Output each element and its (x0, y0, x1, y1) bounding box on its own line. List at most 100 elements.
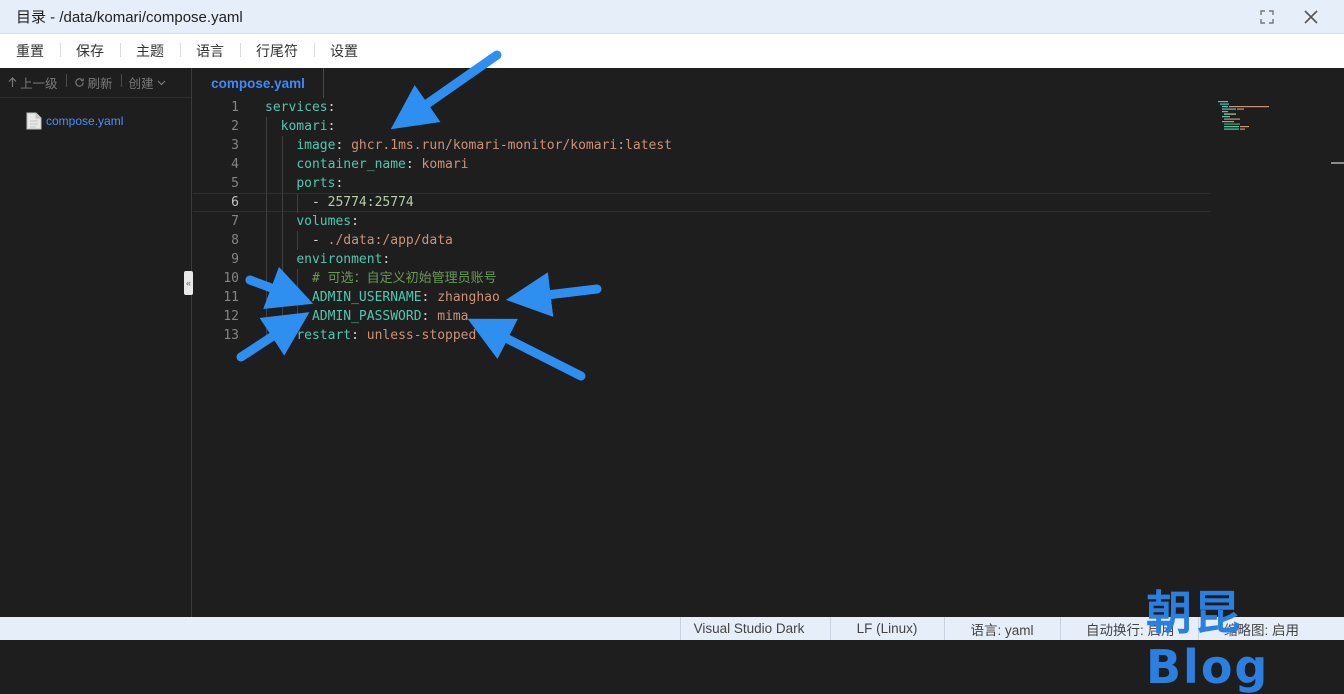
yaml-value: 25774:25774 (327, 195, 414, 210)
up-level-button[interactable]: 上一级 (0, 73, 66, 92)
tab-compose-yaml[interactable]: compose.yaml (193, 68, 324, 98)
title-bar: 目录 - /data/komari/compose.yaml (0, 0, 1344, 34)
yaml-punctuation: : (421, 309, 438, 324)
menu-line-ending[interactable]: 行尾符 (240, 41, 314, 61)
code-text: - ./data:/app/data (265, 231, 453, 250)
menu-settings[interactable]: 设置 (314, 41, 374, 61)
chevron-down-icon (157, 80, 165, 85)
yaml-key: services (265, 100, 328, 115)
yaml-key: komari (280, 119, 328, 134)
create-label: 创建 (128, 77, 154, 91)
code-editor[interactable]: 1 services: 2 komari: 3 image: ghcr.1ms.run… (193, 98, 1344, 617)
status-theme[interactable]: Visual Studio Dark (680, 617, 818, 640)
scrollbar-position-marker[interactable] (1331, 162, 1344, 164)
code-text: # 可选：自定义初始管理员账号 (265, 269, 497, 288)
code-text: image: ghcr.1ms.run/komari-monitor/komar… (265, 136, 672, 155)
menu-language[interactable]: 语言 (180, 41, 240, 61)
code-text: environment: (265, 250, 390, 269)
collapse-sidebar-handle[interactable]: « (184, 271, 193, 295)
code-line[interactable]: 1 services: (193, 98, 1210, 117)
code-text: services: (265, 98, 335, 117)
code-text: ADMIN_PASSWORD: mima (265, 307, 469, 326)
yaml-key: image (296, 138, 336, 153)
code-line[interactable]: 13 restart: unless-stopped (193, 326, 1210, 345)
code-text: - 25774:25774 (265, 194, 414, 211)
yaml-key: volumes (296, 214, 352, 229)
fullscreen-icon[interactable] (1256, 6, 1278, 28)
yaml-key: ADMIN_USERNAME (311, 290, 422, 305)
sidebar-toolbar: 上一级 刷新 创建 (0, 68, 191, 98)
code-line[interactable]: 4 container_name: komari (193, 155, 1210, 174)
code-line[interactable]: 9 environment: (193, 250, 1210, 269)
line-number: 13 (223, 328, 239, 343)
yaml-punctuation: - (311, 195, 328, 210)
line-number: 2 (231, 119, 239, 134)
yaml-value: ghcr.1ms.run/komari-monitor/komari:lates… (351, 138, 673, 153)
line-number: 12 (223, 309, 239, 324)
yaml-key: restart (296, 328, 352, 343)
file-sidebar: 上一级 刷新 创建 compose.yaml (0, 68, 192, 617)
status-language[interactable]: 语言: yaml (944, 617, 1060, 640)
watermark-logo: 朝昆Blog (1146, 586, 1270, 694)
yaml-key: ports (296, 176, 336, 191)
menu-bar: 重置 保存 主题 语言 行尾符 设置 (0, 34, 1344, 68)
create-dropdown[interactable]: 创建 (120, 73, 174, 92)
up-level-label: 上一级 (20, 77, 58, 91)
code-line[interactable]: 6 - 25774:25774 (193, 193, 1210, 213)
line-number: 4 (231, 157, 239, 172)
file-icon (26, 112, 42, 130)
code-line[interactable]: 3 image: ghcr.1ms.run/komari-monitor/kom… (193, 136, 1210, 155)
code-line[interactable]: 12 ADMIN_PASSWORD: mima (193, 307, 1210, 326)
code-text: volumes: (265, 212, 359, 231)
yaml-value: ./data:/app/data (327, 233, 453, 248)
yaml-comment: # 可选：自定义初始管理员账号 (311, 271, 497, 286)
menu-theme[interactable]: 主题 (120, 41, 180, 61)
line-number: 11 (223, 290, 239, 305)
line-number: 7 (231, 214, 239, 229)
tab-bar: compose.yaml (193, 68, 1344, 99)
code-line[interactable]: 5 ports: (193, 174, 1210, 193)
code-text: ADMIN_USERNAME: zhanghao (265, 288, 500, 307)
yaml-punctuation: : (421, 290, 438, 305)
refresh-button[interactable]: 刷新 (65, 73, 121, 92)
yaml-punctuation: : (327, 119, 336, 134)
code-text: restart: unless-stopped (265, 326, 476, 345)
yaml-key: environment (296, 252, 383, 267)
code-text: komari: (265, 117, 336, 136)
line-number: 6 (231, 195, 239, 210)
yaml-punctuation: : (382, 252, 391, 267)
yaml-value: mima (437, 309, 469, 324)
yaml-key: ADMIN_PASSWORD (311, 309, 422, 324)
yaml-value: unless-stopped (366, 328, 477, 343)
minimap[interactable] (1218, 100, 1278, 130)
refresh-label: 刷新 (87, 77, 113, 91)
file-name: compose.yaml (46, 114, 124, 128)
status-eol[interactable]: LF (Linux) (830, 617, 944, 640)
code-line[interactable]: 11 ADMIN_USERNAME: zhanghao (193, 288, 1210, 307)
yaml-punctuation: : (335, 138, 352, 153)
arrow-up-icon (8, 77, 17, 87)
yaml-punctuation: - (311, 233, 328, 248)
code-line[interactable]: 7 volumes: (193, 212, 1210, 231)
code-line[interactable]: 8 - ./data:/app/data (193, 231, 1210, 250)
code-text: container_name: komari (265, 155, 469, 174)
code-text: ports: (265, 174, 343, 193)
file-item[interactable]: compose.yaml (26, 112, 123, 130)
menu-reset[interactable]: 重置 (0, 41, 60, 61)
menu-save[interactable]: 保存 (60, 41, 120, 61)
code-line[interactable]: 2 komari: (193, 117, 1210, 136)
yaml-value: komari (421, 157, 469, 172)
code-line[interactable]: 10 # 可选：自定义初始管理员账号 (193, 269, 1210, 288)
line-number: 8 (231, 233, 239, 248)
close-icon[interactable] (1300, 6, 1322, 28)
